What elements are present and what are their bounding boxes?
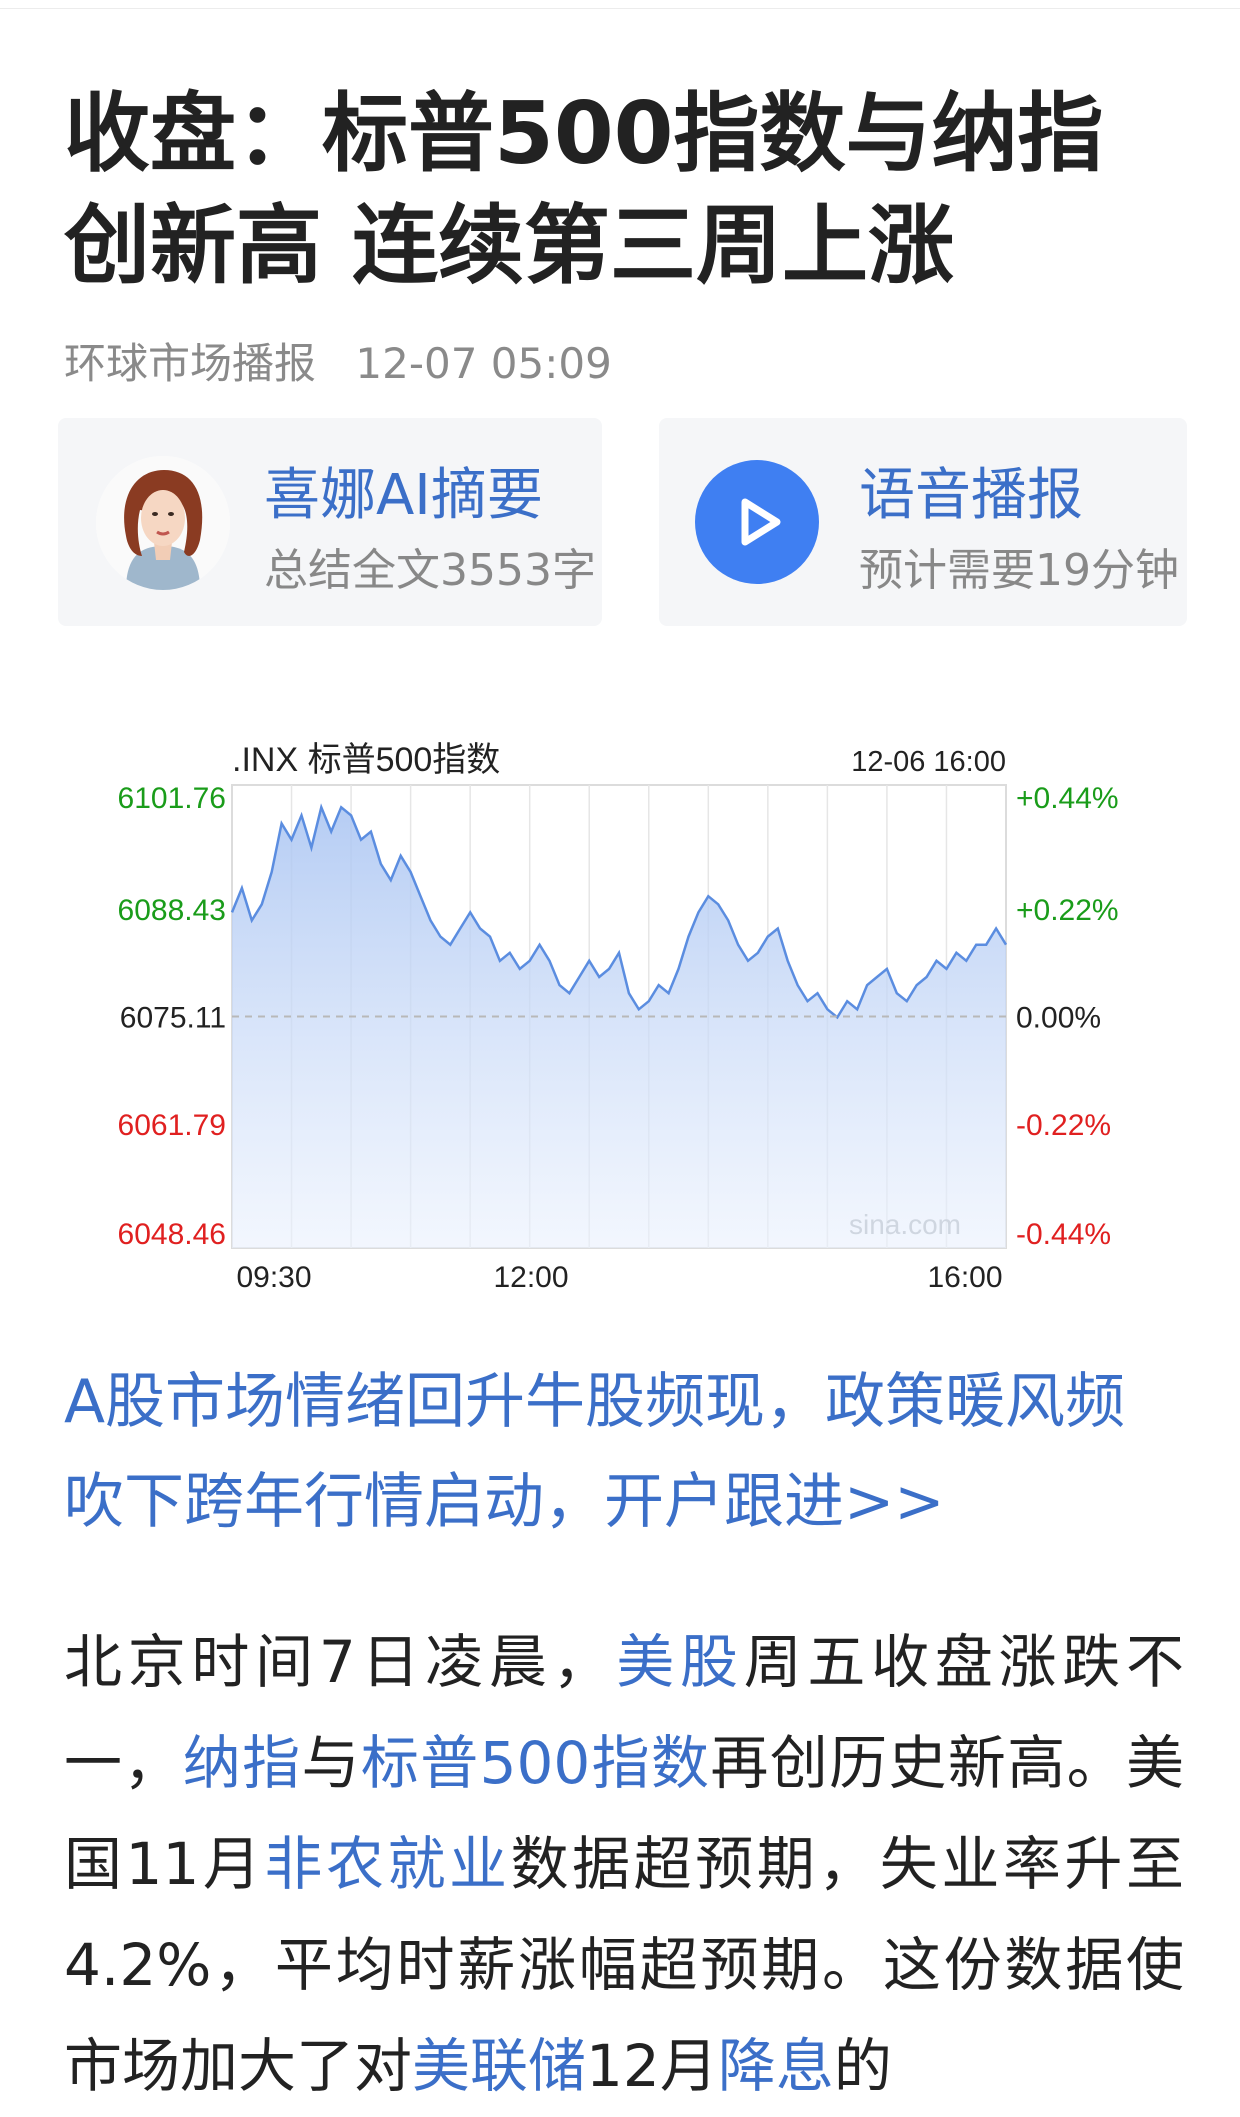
article-title-line: 创新高 连续第三周上涨 <box>64 196 954 296</box>
body-text-segment: 北京时间7日凌晨， <box>64 1628 617 1696</box>
chart-x-tick-label: 16:00 <box>927 1261 1002 1294</box>
chart-title: .INX 标普500指数 <box>232 741 500 779</box>
article-time: 12-07 05:09 <box>355 339 612 388</box>
chart-y-tick-label: 6061.79 <box>118 1109 226 1142</box>
audio-broadcast-title: 语音播报 <box>859 463 1083 528</box>
presenter-avatar-icon <box>96 456 230 590</box>
article-title-line: 收盘：标普500指数与纳指 <box>64 84 1104 184</box>
chart-y-tick-label: 6088.43 <box>118 894 226 927</box>
index-chart-svg: .INX 标普500指数 12-06 16:00 sina.com 6101.7… <box>118 741 1119 1294</box>
avatar <box>96 456 230 590</box>
body-link[interactable]: 标普500指数 <box>361 1729 711 1797</box>
body-text-segment: 12月 <box>586 2032 718 2100</box>
ai-summary-card[interactable]: 喜娜AI摘要 总结全文3553字 <box>58 418 602 626</box>
body-text-segment: 与 <box>301 1729 361 1797</box>
audio-broadcast-subtitle: 预计需要19分钟 <box>859 545 1179 596</box>
chart-y-tick-label: 6075.11 <box>120 1002 226 1035</box>
body-link[interactable]: 纳指 <box>183 1729 302 1797</box>
body-text-segment: 的 <box>833 2032 892 2100</box>
chart-watermark: sina.com <box>849 1209 961 1240</box>
body-link[interactable]: 美股 <box>616 1628 743 1696</box>
chart-y2-tick-label: +0.22% <box>1016 894 1119 927</box>
chart-y-tick-label: 6048.46 <box>118 1218 226 1251</box>
index-chart[interactable]: .INX 标普500指数 12-06 16:00 sina.com 6101.7… <box>0 720 1240 1320</box>
chart-x-tick-label: 09:30 <box>236 1261 311 1294</box>
play-button[interactable] <box>695 460 819 584</box>
play-icon <box>741 498 781 546</box>
article-title: 收盘：标普500指数与纳指 创新高 连续第三周上涨 <box>64 78 1184 302</box>
top-divider <box>0 8 1240 9</box>
chart-y-tick-label: 6101.76 <box>118 782 226 815</box>
body-link[interactable]: 美联储 <box>412 2032 586 2100</box>
chart-y2-tick-label: -0.22% <box>1016 1109 1111 1142</box>
chart-area <box>232 807 1006 1248</box>
article-source[interactable]: 环球市场播报 <box>64 339 316 388</box>
ai-summary-title: 喜娜AI摘要 <box>264 463 543 528</box>
chart-x-tick-label: 12:00 <box>493 1261 568 1294</box>
chart-y2-tick-label: -0.44% <box>1016 1218 1111 1251</box>
ai-summary-subtitle: 总结全文3553字 <box>264 545 596 596</box>
audio-broadcast-card[interactable]: 语音播报 预计需要19分钟 <box>659 418 1187 626</box>
promo-link[interactable]: A股市场情绪回升牛股频现，政策暖风频吹下跨年行情启动，开户跟进>> <box>64 1352 1184 1552</box>
article-body: 北京时间7日凌晨，美股周五收盘涨跌不一，纳指与标普500指数再创历史新高。美国1… <box>64 1612 1184 2117</box>
chart-y2-tick-label: 0.00% <box>1016 1002 1101 1035</box>
body-link[interactable]: 非农就业 <box>264 1830 510 1898</box>
chart-timestamp: 12-06 16:00 <box>851 746 1006 778</box>
article-meta: 环球市场播报 12-07 05:09 <box>64 330 612 391</box>
chart-y2-tick-label: +0.44% <box>1016 782 1119 815</box>
body-link[interactable]: 降息 <box>718 2032 834 2100</box>
